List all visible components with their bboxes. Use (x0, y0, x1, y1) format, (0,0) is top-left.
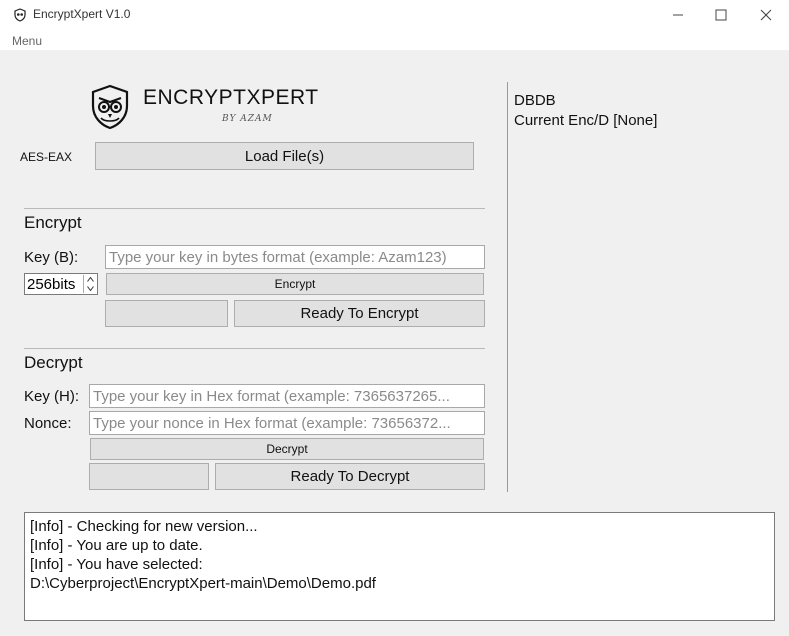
mode-label: AES-EAX (20, 150, 73, 164)
minimize-button[interactable] (655, 0, 701, 30)
app-shield-icon (14, 8, 26, 22)
decrypt-progress-box (89, 463, 209, 490)
encrypt-button[interactable]: Encrypt (106, 273, 484, 295)
db-label: DBDB (514, 92, 556, 109)
nonce-label: Nonce: (24, 415, 72, 432)
current-enc-label: Current Enc/D [None] (514, 112, 658, 129)
encrypt-status-button[interactable]: Ready To Encrypt (234, 300, 485, 327)
brand-tagline: BY AZAM (222, 114, 273, 124)
log-line: [Info] - Checking for new version... (30, 518, 258, 535)
key-size-value: 256bits (27, 276, 76, 293)
log-line: [Info] - You are up to date. (30, 537, 203, 554)
log-output[interactable]: [Info] - Checking for new version... [In… (24, 512, 775, 621)
key-size-down-button[interactable] (84, 284, 96, 293)
decrypt-status-button[interactable]: Ready To Decrypt (215, 463, 485, 490)
key-size-arrows (83, 275, 96, 293)
close-button[interactable] (743, 0, 789, 30)
encrypt-key-label: Key (B): (24, 249, 79, 266)
decrypt-button[interactable]: Decrypt (90, 438, 484, 460)
owl-shield-logo-icon (91, 84, 129, 130)
log-line: [Info] - You have selected: (30, 556, 203, 573)
decrypt-key-input[interactable] (89, 384, 485, 408)
log-line: D:\Cyberproject\EncryptXpert-main\Demo\D… (30, 575, 376, 592)
menu-bar: Menu (0, 30, 789, 50)
panel-divider (507, 82, 508, 492)
chevron-down-icon (86, 286, 94, 291)
decrypt-heading: Decrypt (24, 353, 83, 372)
title-bar: EncryptXpert V1.0 (0, 0, 789, 30)
chevron-up-icon (86, 277, 94, 282)
load-files-button[interactable]: Load File(s) (95, 142, 474, 170)
key-size-up-button[interactable] (84, 275, 96, 284)
close-icon (760, 9, 772, 21)
window-title: EncryptXpert V1.0 (33, 7, 131, 21)
decrypt-key-label: Key (H): (24, 388, 80, 405)
maximize-button[interactable] (698, 0, 744, 30)
encrypt-divider (24, 208, 485, 209)
encrypt-heading: Encrypt (24, 213, 82, 232)
key-size-spinbox[interactable]: 256bits (24, 273, 98, 295)
minimize-icon (673, 14, 683, 16)
encrypt-progress-box (105, 300, 228, 327)
encrypt-key-input[interactable] (105, 245, 485, 269)
maximize-icon (715, 9, 727, 21)
menu-item-menu[interactable]: Menu (12, 34, 42, 48)
brand-name: ENCRYPTXPERT (143, 86, 319, 109)
nonce-input[interactable] (89, 411, 485, 435)
decrypt-divider (24, 348, 485, 349)
